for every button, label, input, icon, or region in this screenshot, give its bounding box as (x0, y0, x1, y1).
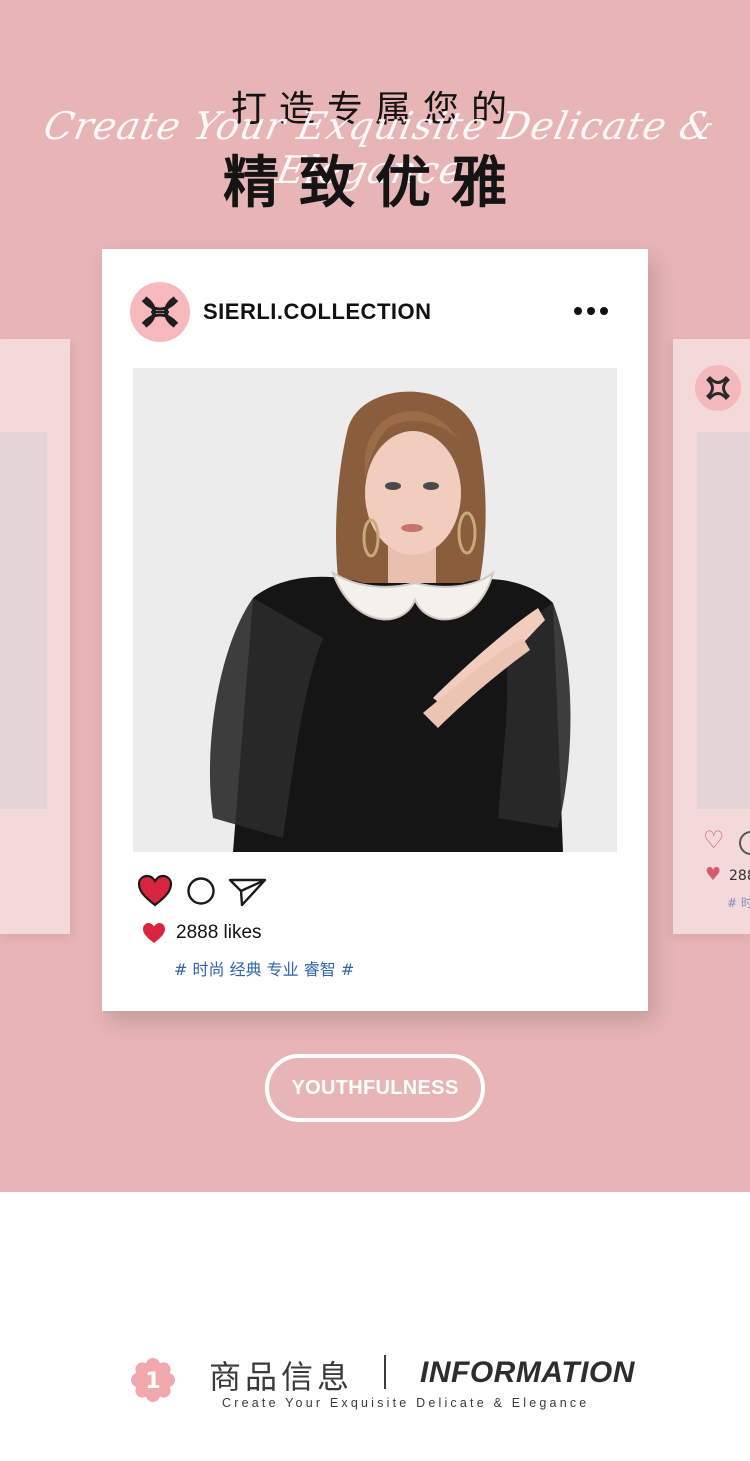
ghost-card-image (697, 432, 750, 809)
ghost-likes-count: 288 (729, 868, 750, 884)
ghost-avatar (695, 365, 741, 411)
section-subtitle: Create Your Exquisite Delicate & Eleganc… (222, 1396, 590, 1410)
youthfulness-button[interactable]: YOUTHFULNESS (265, 1054, 485, 1122)
hero-section: 打造专属您的 Create Your Exquisite Delicate & … (0, 0, 750, 1192)
post-card: SIERLI.COLLECTION 2888 likes # 时尚 经典 专业 … (102, 249, 648, 1011)
section-title-en: INFORMATION (420, 1356, 635, 1389)
avatar[interactable] (130, 282, 190, 342)
likes-count: 2888 likes (176, 922, 262, 943)
comment-icon[interactable] (186, 876, 216, 906)
ghost-heart-icon: ♥ (705, 864, 722, 885)
ghost-card-right: ♡ ♥ 288 # 时 (673, 339, 750, 934)
likes-heart-icon (143, 923, 165, 943)
ghost-card-left (0, 339, 70, 934)
model-photo-illustration (133, 368, 617, 852)
hashtag-line[interactable]: # 时尚 经典 专业 睿智 # (174, 956, 354, 980)
ghost-comment-icon (739, 831, 750, 855)
ghost-card-image (0, 432, 47, 809)
like-heart-icon[interactable] (137, 874, 173, 908)
brand-logo-icon (705, 375, 731, 401)
hero-title-main: 精致优雅 (223, 151, 527, 216)
more-options-icon[interactable] (574, 301, 614, 321)
title-divider (384, 1355, 386, 1389)
ghost-like-icon: ♡ (703, 826, 725, 854)
section-title-cn: 商品信息 (209, 1358, 354, 1396)
post-photo (133, 368, 617, 852)
username[interactable]: SIERLI.COLLECTION (203, 299, 432, 325)
flower-number-badge-icon: 1 (131, 1358, 175, 1402)
section-number: 1 (145, 1369, 160, 1394)
brand-logo-icon (141, 296, 179, 328)
ghost-tags: # 时 (727, 896, 750, 910)
send-icon[interactable] (228, 876, 268, 908)
